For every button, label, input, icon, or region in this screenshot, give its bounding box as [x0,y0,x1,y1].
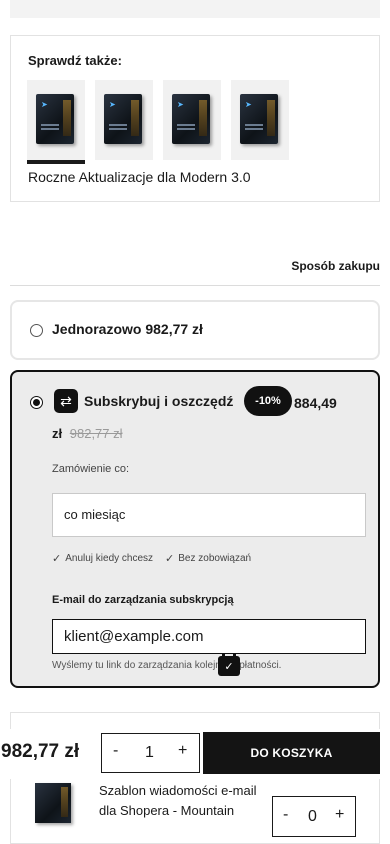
perk-label: Bez zobowiązań [178,553,252,564]
bundle-qty-increase-button[interactable]: + [335,806,344,824]
qty-increase-button[interactable]: + [178,742,187,760]
subscription-option[interactable]: ⇄ Subskrybuj i oszczędź -10% 884,49 zł 9… [10,370,380,688]
subscription-label: Subskrybuj i oszczędź [84,393,234,409]
add-to-cart-button[interactable]: DO KOSZYKA [203,732,380,774]
bundle-qty-value[interactable]: 0 [308,808,317,826]
email-label: E-mail do zarządzania subskrypcją [52,594,234,606]
check-icon: ✓ [165,553,175,565]
product-thumbnail-3[interactable]: ➤ [163,80,221,160]
divider [10,285,380,286]
product-box-image [35,783,71,823]
frequency-select[interactable]: co miesiąc [52,493,366,537]
product-thumbnail-2[interactable]: ➤ [95,80,153,160]
check-icon: ✓ [52,553,62,565]
one-time-purchase-option[interactable]: Jednorazowo 982,77 zł [10,300,380,360]
product-thumbnail-1[interactable]: ➤ [27,80,85,164]
one-time-label: Jednorazowo 982,77 zł [52,321,203,337]
related-product-name[interactable]: Roczne Aktualizacje dla Modern 3.0 [28,169,251,185]
qty-decrease-button[interactable]: - [113,742,118,760]
bundle-qty-decrease-button[interactable]: - [283,806,288,824]
subscription-price: 884,49 [294,395,337,411]
perk-no-commitment: ✓ Bez zobowiązań [165,552,251,565]
related-products-section: Sprawdź także: ➤ ➤ ➤ ➤ Roczne Aktualizac… [10,35,380,202]
bundle-product-name[interactable]: Szablon wiadomości e-mail dla Shopera - … [99,781,269,821]
subscription-currency: zł [52,426,63,441]
one-time-radio[interactable] [30,324,43,337]
sticky-cart-bar: 982,77 zł - 1 + DO KOSZYKA [0,729,390,779]
product-thumbnail-4[interactable]: ➤ [231,80,289,160]
discount-badge: -10% [244,386,292,416]
purchase-method-heading: Sposób zakupu [291,259,380,273]
top-strip [10,0,380,18]
subscription-radio[interactable] [30,396,43,409]
perk-cancel-anytime: ✓ Anuluj kiedy chcesz [52,552,153,565]
perk-label: Anuluj kiedy chcesz [65,553,154,564]
product-box-image: ➤ [104,94,142,144]
bundle-product-thumbnail [27,783,79,825]
frequency-label: Zamówienie co: [52,463,130,475]
calendar-check-icon: ✓ [218,653,240,676]
repeat-icon: ⇄ [54,389,78,413]
product-box-image: ➤ [36,94,74,144]
email-field[interactable]: klient@example.com [52,619,366,654]
old-price: 982,77 zł [69,426,123,441]
bundle-quantity-stepper: - 0 + [272,796,356,837]
product-box-image: ➤ [240,94,278,144]
product-box-image: ➤ [172,94,210,144]
cart-price: 982,77 zł [1,741,80,762]
related-products-title: Sprawdź także: [28,53,122,68]
subscription-perks: ✓ Anuluj kiedy chcesz ✓ Bez zobowiązań [52,552,251,565]
subscription-price-line: zł 982,77 zł [52,426,123,441]
quantity-stepper: - 1 + [101,733,200,773]
qty-value[interactable]: 1 [145,744,154,762]
email-note: Wyślemy tu link do zarządzania kolejnych… [52,660,282,671]
related-thumbnails: ➤ ➤ ➤ ➤ [27,80,289,164]
